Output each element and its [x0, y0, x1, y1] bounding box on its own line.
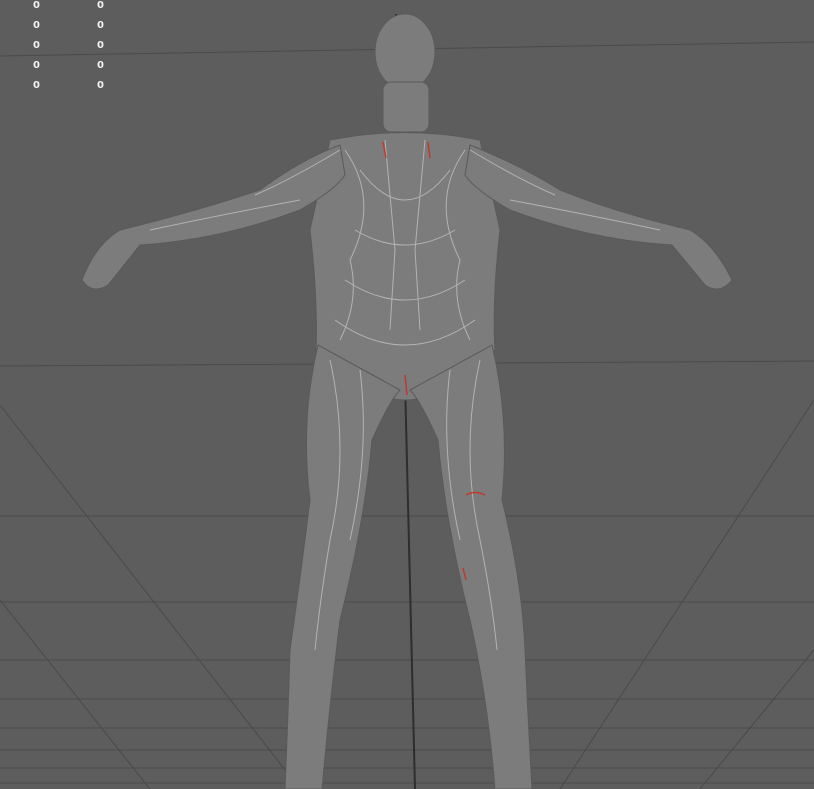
character-model[interactable] [81, 13, 733, 789]
hud-value: 0 [33, 0, 40, 11]
model-head [374, 13, 436, 91]
hud-value: 0 [97, 80, 104, 91]
model-leg-left [409, 344, 533, 789]
hud-value: 0 [33, 80, 40, 91]
hud-value: 0 [97, 60, 104, 71]
hud-value: 0 [33, 60, 40, 71]
hud-value: 0 [33, 20, 40, 31]
model-neck [382, 81, 430, 133]
model-leg-right [284, 344, 401, 789]
hud-value: 0 [33, 40, 40, 51]
hud-value: 0 [97, 20, 104, 31]
scene [0, 13, 814, 789]
3d-viewport[interactable]: 0 0 0 0 0 0 0 0 0 0 [0, 0, 814, 789]
hud-stats: 0 0 0 0 0 0 0 0 0 0 [0, 0, 130, 100]
hud-value: 0 [97, 0, 104, 11]
hud-value: 0 [97, 40, 104, 51]
